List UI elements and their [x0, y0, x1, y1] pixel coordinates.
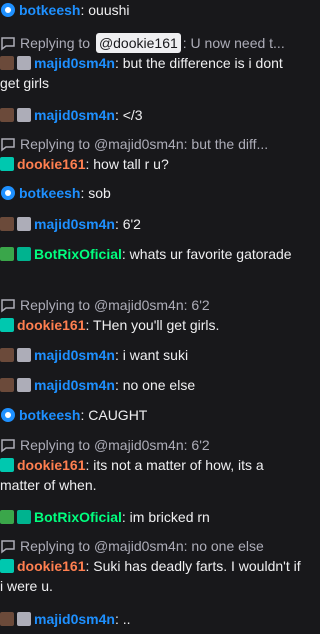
chat-message: majid0sm4n: </3: [0, 105, 305, 125]
reply-icon: [1, 299, 15, 313]
avatar-badge: [0, 378, 14, 392]
chat-message: Replying to @dookie161: U now need t... …: [0, 33, 305, 93]
message-text: : no one else: [114, 377, 196, 393]
message-text: : i want suki: [114, 347, 189, 363]
reply-context[interactable]: Replying to @majid0sm4n: no one else: [0, 536, 305, 556]
sub-badge: [0, 458, 14, 472]
reply-context[interactable]: Replying to @majid0sm4n: 6'2: [0, 295, 305, 315]
username[interactable]: dookie161: [17, 317, 85, 333]
username[interactable]: BotRixOficial: [34, 246, 122, 262]
chat-message: botkeesh: sob: [0, 183, 305, 203]
chat-message: majid0sm4n: no one else: [0, 375, 305, 395]
avatar-badge: [0, 56, 14, 70]
bot-badge-icon: [17, 510, 31, 524]
sword-badge-icon: [0, 247, 14, 261]
sub-badge: [0, 318, 14, 332]
chat-message: majid0sm4n: ..: [0, 609, 305, 629]
username[interactable]: BotRixOficial: [34, 509, 122, 525]
username[interactable]: dookie161: [17, 457, 85, 473]
reply-prefix: Replying to: [20, 35, 91, 51]
reply-prefix: Replying to: [20, 297, 91, 313]
username[interactable]: dookie161: [17, 558, 85, 574]
sub-badge: [0, 157, 14, 171]
username[interactable]: dookie161: [17, 156, 85, 172]
chat-message: majid0sm4n: i want suki: [0, 345, 305, 365]
reply-icon: [1, 439, 15, 453]
chat-message: Replying to @majid0sm4n: no one else doo…: [0, 536, 305, 596]
message-text: : </3: [114, 107, 143, 123]
bot-badge-icon: [17, 247, 31, 261]
bot-badge-icon: [1, 3, 15, 17]
message-text: : ouushi: [80, 2, 130, 18]
reply-icon: [1, 37, 15, 51]
tier-badge: [17, 217, 31, 231]
username[interactable]: botkeesh: [19, 407, 80, 423]
reply-context[interactable]: Replying to @dookie161: U now need t...: [0, 33, 305, 53]
username[interactable]: majid0sm4n: [34, 55, 115, 71]
tier-badge: [17, 56, 31, 70]
reply-icon: [1, 540, 15, 554]
chat-message: botkeesh: CAUGHT: [0, 405, 305, 425]
username[interactable]: majid0sm4n: [34, 107, 115, 123]
reply-prefix: Replying to: [20, 136, 91, 152]
sub-badge: [0, 559, 14, 573]
avatar-badge: [0, 108, 14, 122]
reply-context[interactable]: Replying to @majid0sm4n: but the diff...: [0, 134, 305, 154]
reply-context[interactable]: Replying to @majid0sm4n: 6'2: [0, 435, 305, 455]
avatar-badge: [0, 217, 14, 231]
bot-badge-icon: [1, 186, 15, 200]
message-text: : whats ur favorite gatorade: [121, 246, 292, 262]
reply-snippet: @majid0sm4n: but the diff...: [93, 136, 269, 152]
reply-icon: [1, 138, 15, 152]
chat-message: BotRixOficial: whats ur favorite gatorad…: [0, 244, 305, 264]
username[interactable]: botkeesh: [19, 185, 80, 201]
avatar-badge: [0, 348, 14, 362]
tier-badge: [17, 612, 31, 626]
reply-mention[interactable]: @dookie161: [95, 33, 181, 53]
username[interactable]: botkeesh: [19, 2, 80, 18]
message-text: : how tall r u?: [85, 156, 169, 172]
tier-badge: [17, 348, 31, 362]
reply-prefix: Replying to: [20, 437, 91, 453]
username[interactable]: majid0sm4n: [34, 347, 115, 363]
message-text: : sob: [80, 185, 111, 201]
message-text: : ..: [114, 611, 131, 627]
reply-snippet: @majid0sm4n: 6'2: [93, 297, 210, 313]
tier-badge: [17, 378, 31, 392]
chat-message: majid0sm4n: 6'2: [0, 214, 305, 234]
chat-message: BotRixOficial: im bricked rn: [0, 507, 305, 527]
chat-message: Replying to @majid0sm4n: 6'2 dookie161: …: [0, 295, 305, 335]
reply-snippet: @majid0sm4n: 6'2: [93, 437, 210, 453]
username[interactable]: majid0sm4n: [34, 611, 115, 627]
reply-snippet: : U now need t...: [182, 35, 285, 51]
bot-badge-icon: [1, 408, 15, 422]
message-text: : 6'2: [114, 216, 141, 232]
message-text: : THen you'll get girls.: [85, 317, 220, 333]
username[interactable]: majid0sm4n: [34, 377, 115, 393]
avatar-badge: [0, 612, 14, 626]
reply-snippet: @majid0sm4n: no one else: [93, 538, 264, 554]
message-text: : im bricked rn: [121, 509, 210, 525]
tier-badge: [17, 108, 31, 122]
message-text: : CAUGHT: [80, 407, 148, 423]
username[interactable]: majid0sm4n: [34, 216, 115, 232]
chat-message: Replying to @majid0sm4n: 6'2 dookie161: …: [0, 435, 305, 495]
chat-message: Replying to @majid0sm4n: but the diff...…: [0, 134, 305, 174]
reply-prefix: Replying to: [20, 538, 91, 554]
chat-message: botkeesh: ouushi: [0, 0, 305, 20]
sword-badge-icon: [0, 510, 14, 524]
chat-message-list: botkeesh: ouushi Replying to @dookie161:…: [0, 0, 305, 634]
